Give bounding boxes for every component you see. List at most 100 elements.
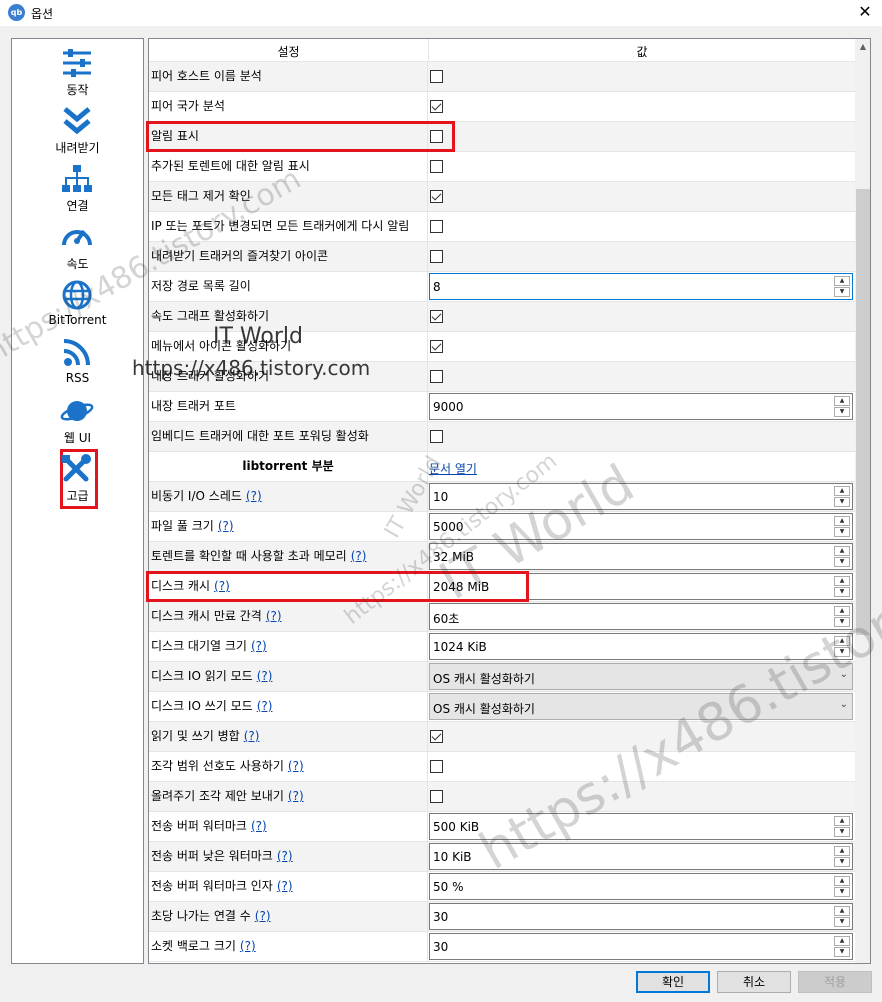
help-link[interactable]: (?) <box>257 669 273 683</box>
help-link[interactable]: (?) <box>246 489 262 503</box>
setting-spinbox[interactable]: 50 % ▲ ▼ <box>429 873 853 900</box>
setting-checkbox[interactable] <box>430 310 443 323</box>
spin-up-icon[interactable]: ▲ <box>834 936 850 946</box>
help-link[interactable]: (?) <box>277 879 293 893</box>
spin-down-icon[interactable]: ▼ <box>834 287 850 297</box>
help-link[interactable]: (?) <box>218 519 234 533</box>
help-link[interactable]: (?) <box>288 789 304 803</box>
help-link[interactable]: (?) <box>244 729 260 743</box>
help-link[interactable]: (?) <box>257 699 273 713</box>
setting-spinbox[interactable]: 500 KiB ▲ ▼ <box>429 813 853 840</box>
help-link[interactable]: (?) <box>351 549 367 563</box>
help-link[interactable]: (?) <box>266 609 282 623</box>
setting-checkbox[interactable] <box>430 130 443 143</box>
apply-button[interactable]: 적용 <box>798 971 872 993</box>
help-link[interactable]: (?) <box>251 819 267 833</box>
setting-checkbox[interactable] <box>430 100 443 113</box>
help-link[interactable]: (?) <box>277 849 293 863</box>
sidebar-item-0[interactable]: 동작 <box>12 43 143 101</box>
column-header-value[interactable]: 값 <box>429 43 855 60</box>
setting-checkbox[interactable] <box>430 190 443 203</box>
cancel-button[interactable]: 취소 <box>717 971 791 993</box>
setting-checkbox[interactable] <box>430 370 443 383</box>
setting-checkbox[interactable] <box>430 760 443 773</box>
setting-label: 올려주기 조각 제안 보내기 (?) <box>149 782 428 812</box>
setting-spinbox[interactable]: 9000 ▲ ▼ <box>429 393 853 420</box>
spin-down-icon[interactable]: ▼ <box>834 887 850 897</box>
spin-up-icon[interactable]: ▲ <box>834 846 850 856</box>
setting-checkbox[interactable] <box>430 160 443 173</box>
table-row: 전송 버퍼 워터마크 인자 (?) 50 % ▲ ▼ <box>149 872 855 902</box>
setting-label: 전송 버퍼 워터마크 (?) <box>149 812 428 842</box>
spin-up-icon[interactable]: ▲ <box>834 576 850 586</box>
spin-up-icon[interactable]: ▲ <box>834 876 850 886</box>
spin-down-icon[interactable]: ▼ <box>834 557 850 567</box>
help-link[interactable]: (?) <box>214 579 230 593</box>
spin-down-icon[interactable]: ▼ <box>834 827 850 837</box>
setting-spinbox[interactable]: 10 ▲ ▼ <box>429 483 853 510</box>
open-docs-link[interactable]: 문서 열기 <box>429 460 477 477</box>
table-row: 피어 국가 분석 <box>149 92 855 122</box>
chevron-down-icon: ⌄ <box>839 699 848 710</box>
spin-up-icon[interactable]: ▲ <box>834 276 850 286</box>
sidebar-item-3[interactable]: 속도 <box>12 217 143 275</box>
setting-spinbox[interactable]: 30 ▲ ▼ <box>429 903 853 930</box>
help-link[interactable]: (?) <box>240 939 256 953</box>
setting-dropdown[interactable]: OS 캐시 활성화하기 ⌄ <box>429 663 853 690</box>
column-header-setting[interactable]: 설정 <box>149 43 428 60</box>
sidebar-item-5[interactable]: RSS <box>12 333 143 391</box>
ok-button[interactable]: 확인 <box>636 971 710 993</box>
sidebar-item-2[interactable]: 연결 <box>12 159 143 217</box>
setting-spinbox[interactable]: 1024 KiB ▲ ▼ <box>429 633 853 660</box>
sidebar-item-6[interactable]: 웹 UI <box>12 391 143 449</box>
spin-up-icon[interactable]: ▲ <box>834 606 850 616</box>
setting-checkbox[interactable] <box>430 730 443 743</box>
setting-checkbox[interactable] <box>430 220 443 233</box>
help-link[interactable]: (?) <box>251 639 267 653</box>
help-link[interactable]: (?) <box>288 759 304 773</box>
help-link[interactable]: (?) <box>255 909 271 923</box>
close-button[interactable]: ✕ <box>848 0 882 26</box>
spin-down-icon[interactable]: ▼ <box>834 647 850 657</box>
scroll-up-arrow-icon[interactable]: ▲ <box>855 39 870 55</box>
setting-spinbox[interactable]: 10 KiB ▲ ▼ <box>429 843 853 870</box>
setting-dropdown[interactable]: OS 캐시 활성화하기 ⌄ <box>429 693 853 720</box>
setting-checkbox[interactable] <box>430 790 443 803</box>
setting-checkbox[interactable] <box>430 340 443 353</box>
sidebar-item-4[interactable]: BitTorrent <box>12 275 143 333</box>
setting-checkbox[interactable] <box>430 70 443 83</box>
vertical-scrollbar[interactable]: ▲ <box>855 39 870 963</box>
spin-down-icon[interactable]: ▼ <box>834 617 850 627</box>
sidebar-item-7[interactable]: 고급 <box>12 449 143 509</box>
setting-spinbox[interactable]: 32 MiB ▲ ▼ <box>429 543 853 570</box>
setting-spinbox[interactable]: 2048 MiB ▲ ▼ <box>429 573 853 600</box>
setting-spinbox[interactable]: 8 ▲ ▼ <box>429 273 853 300</box>
spin-up-icon[interactable]: ▲ <box>834 906 850 916</box>
sidebar-item-1[interactable]: 내려받기 <box>12 101 143 159</box>
setting-spinbox[interactable]: 30 ▲ ▼ <box>429 933 853 960</box>
setting-label-text: 전송 버퍼 낮은 워터마크 <box>151 849 273 863</box>
spin-down-icon[interactable]: ▼ <box>834 857 850 867</box>
spin-up-icon[interactable]: ▲ <box>834 546 850 556</box>
spin-up-icon[interactable]: ▲ <box>834 486 850 496</box>
spinbox-buttons: ▲ ▼ <box>834 816 850 837</box>
spin-up-icon[interactable]: ▲ <box>834 396 850 406</box>
spin-down-icon[interactable]: ▼ <box>834 527 850 537</box>
setting-checkbox[interactable] <box>430 250 443 263</box>
spin-down-icon[interactable]: ▼ <box>834 497 850 507</box>
scrollbar-thumb[interactable] <box>856 189 870 635</box>
spin-up-icon[interactable]: ▲ <box>834 516 850 526</box>
setting-label-text: 토렌트를 확인할 때 사용할 초과 메모리 <box>151 549 347 563</box>
setting-label-text: 내려받기 트래커의 즐겨찾기 아이콘 <box>151 249 329 263</box>
spin-down-icon[interactable]: ▼ <box>834 947 850 957</box>
spin-down-icon[interactable]: ▼ <box>834 917 850 927</box>
setting-label-text: 모든 태그 제거 확인 <box>151 189 251 203</box>
spin-down-icon[interactable]: ▼ <box>834 407 850 417</box>
setting-spinbox[interactable]: 5000 ▲ ▼ <box>429 513 853 540</box>
spin-down-icon[interactable]: ▼ <box>834 587 850 597</box>
spin-up-icon[interactable]: ▲ <box>834 816 850 826</box>
setting-spinbox[interactable]: 60초 ▲ ▼ <box>429 603 853 630</box>
rss-icon <box>60 337 94 369</box>
spin-up-icon[interactable]: ▲ <box>834 636 850 646</box>
setting-checkbox[interactable] <box>430 430 443 443</box>
